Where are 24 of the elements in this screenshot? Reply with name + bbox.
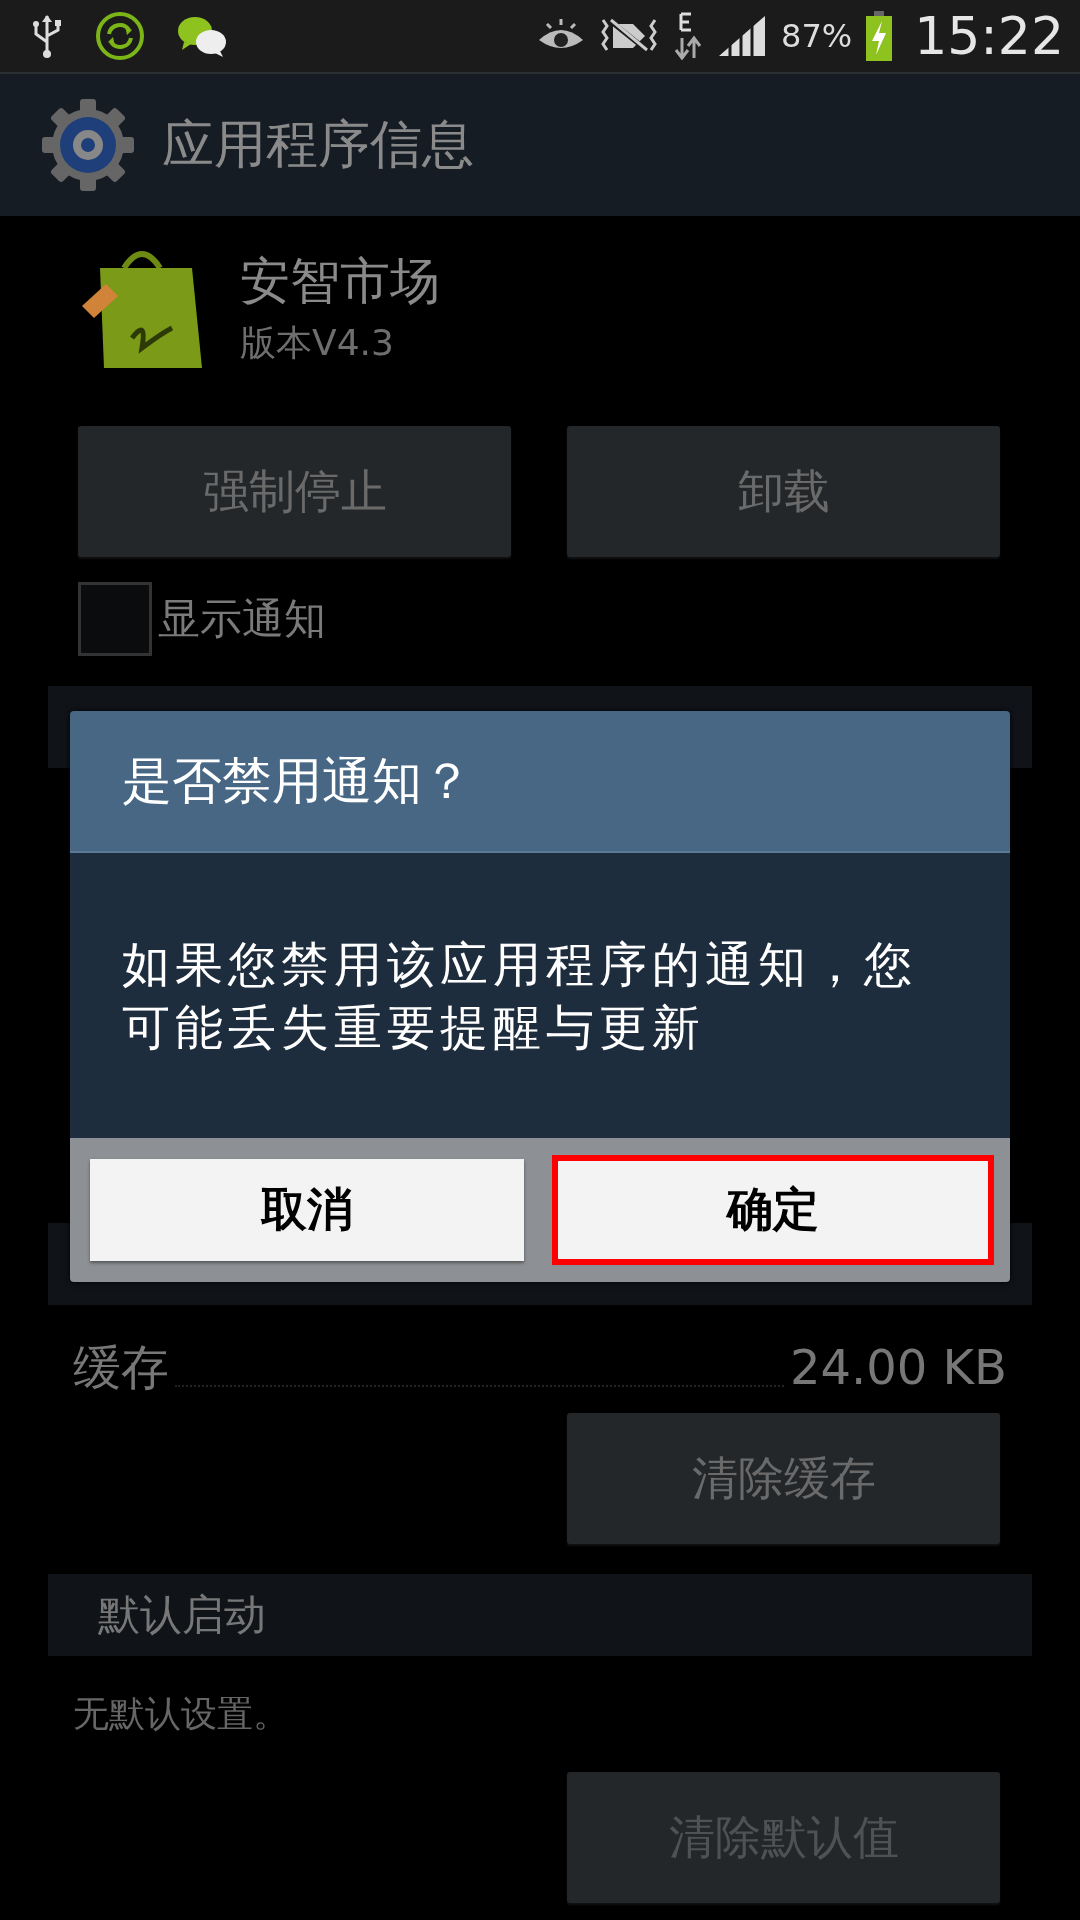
signal-icon bbox=[717, 14, 767, 58]
clock: 15:22 bbox=[914, 6, 1064, 66]
app-name: 安智市场 bbox=[240, 251, 440, 312]
gear-icon bbox=[40, 97, 136, 193]
cache-value: 24.00 KB bbox=[789, 1343, 1007, 1391]
data-arrows-icon bbox=[673, 12, 703, 60]
description-text: 无默认设置。 bbox=[72, 1692, 290, 1736]
screen-title: 应用程序信息 bbox=[162, 113, 474, 176]
action-button[interactable]: 卸载 bbox=[567, 426, 1000, 557]
dialog-button[interactable]: 取消 bbox=[90, 1159, 524, 1261]
section-title: 默认启动 bbox=[98, 1589, 266, 1641]
cache-label: 缓存 bbox=[73, 1343, 169, 1391]
checkbox-label: 显示通知 bbox=[158, 593, 326, 645]
sync-icon bbox=[94, 10, 146, 62]
chat-bubbles-icon bbox=[176, 14, 228, 58]
battery-charging-icon bbox=[866, 11, 893, 61]
usb-icon bbox=[30, 14, 64, 58]
battery-percent: 87% bbox=[781, 17, 853, 55]
checkbox[interactable] bbox=[78, 582, 152, 656]
app-version: 版本V4.3 bbox=[240, 321, 395, 365]
dialog-message: 如果您禁用该应用程序的通知，您可能丢失重要提醒与更新 bbox=[122, 935, 918, 1057]
clear-cache-button[interactable]: 清除缓存 bbox=[567, 1413, 1000, 1544]
action-button[interactable]: 强制停止 bbox=[78, 426, 511, 557]
dialog-title: 是否禁用通知？ bbox=[122, 750, 472, 812]
